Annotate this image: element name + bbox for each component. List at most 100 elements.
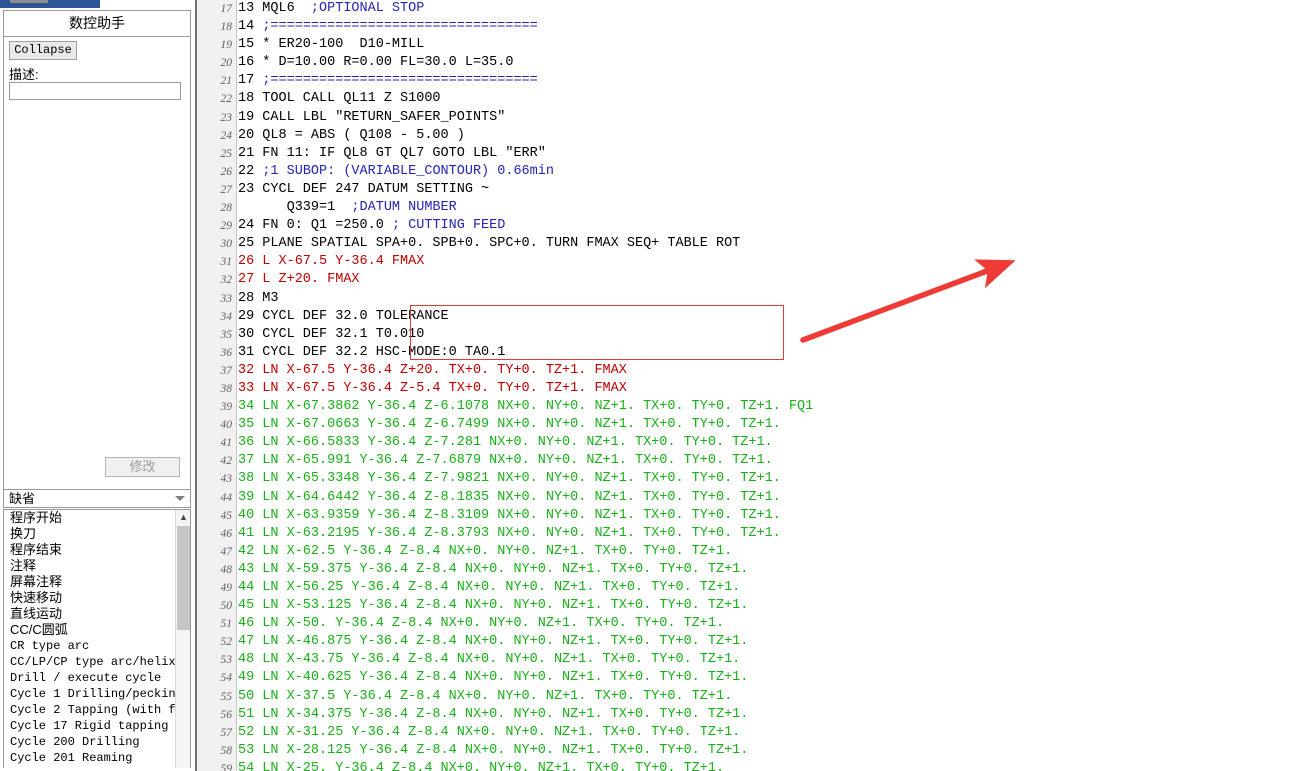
code-span: 37 LN X-65.991 Y-36.4 Z-7.6879 NX+0. NY+… xyxy=(238,453,773,469)
gutter-line-number: 45 xyxy=(220,509,233,522)
chevron-down-icon xyxy=(175,496,185,501)
code-line[interactable]: 33 LN X-67.5 Y-36.4 Z-5.4 TX+0. TY+0. TZ… xyxy=(238,380,1306,398)
gutter-line-number: 25 xyxy=(220,147,233,160)
code-span: 52 LN X-31.25 Y-36.4 Z-8.4 NX+0. NY+0. N… xyxy=(238,724,741,740)
list-item[interactable]: Cycle 200 Drilling xyxy=(4,734,176,750)
code-span: 39 LN X-64.6442 Y-36.4 Z-8.1835 NX+0. NY… xyxy=(238,489,781,505)
gutter-line-number: 38 xyxy=(220,382,233,395)
code-line[interactable]: 38 LN X-65.3348 Y-36.4 Z-7.9821 NX+0. NY… xyxy=(238,470,1306,488)
gutter-line-number: 23 xyxy=(220,111,233,124)
code-line[interactable]: 39 LN X-64.6442 Y-36.4 Z-8.1835 NX+0. NY… xyxy=(238,489,1306,507)
scrollbar-thumb[interactable] xyxy=(177,526,190,630)
gutter-line-number: 51 xyxy=(220,618,233,631)
code-span: 40 LN X-63.9359 Y-36.4 Z-8.3109 NX+0. NY… xyxy=(238,507,781,523)
gutter-line-number: 50 xyxy=(220,600,233,613)
list-item[interactable]: Cycle 1 Drilling/pecking xyxy=(4,686,176,702)
list-item[interactable]: 注释 xyxy=(4,558,176,574)
code-line[interactable]: 53 LN X-28.125 Y-36.4 Z-8.4 NX+0. NY+0. … xyxy=(238,742,1306,760)
list-item[interactable]: 程序结束 xyxy=(4,542,176,558)
code-line[interactable]: 51 LN X-34.375 Y-36.4 Z-8.4 NX+0. NY+0. … xyxy=(238,706,1306,724)
code-line[interactable]: 44 LN X-56.25 Y-36.4 Z-8.4 NX+0. NY+0. N… xyxy=(238,579,1306,597)
code-line[interactable]: 42 LN X-62.5 Y-36.4 Z-8.4 NX+0. NY+0. NZ… xyxy=(238,543,1306,561)
code-line[interactable]: 19 CALL LBL "RETURN_SAFER_POINTS" xyxy=(238,109,1306,127)
code-line[interactable]: 30 CYCL DEF 32.1 T0.010 xyxy=(238,326,1306,344)
code-line[interactable]: 43 LN X-59.375 Y-36.4 Z-8.4 NX+0. NY+0. … xyxy=(238,561,1306,579)
list-item[interactable]: CC/LP/CP type arc/helix xyxy=(4,654,176,670)
gutter-line-number: 26 xyxy=(220,165,233,178)
code-line[interactable]: 28 M3 xyxy=(238,290,1306,308)
code-line[interactable]: 52 LN X-31.25 Y-36.4 Z-8.4 NX+0. NY+0. N… xyxy=(238,724,1306,742)
list-item[interactable]: 快速移动 xyxy=(4,590,176,606)
gutter-line-number: 27 xyxy=(220,183,233,196)
code-line[interactable]: 46 LN X-50. Y-36.4 Z-8.4 NX+0. NY+0. NZ+… xyxy=(238,615,1306,633)
code-line[interactable]: 40 LN X-63.9359 Y-36.4 Z-8.3109 NX+0. NY… xyxy=(238,507,1306,525)
code-line[interactable]: 16 * D=10.00 R=0.00 FL=30.0 L=35.0 xyxy=(238,54,1306,72)
code-line[interactable]: 14 ;================================= xyxy=(238,18,1306,36)
code-line[interactable]: 34 LN X-67.3862 Y-36.4 Z-6.1078 NX+0. NY… xyxy=(238,398,1306,416)
code-span: 22 xyxy=(238,163,263,179)
code-line[interactable]: Q339=1 ;DATUM NUMBER xyxy=(238,199,1306,217)
gutter-line-number: 53 xyxy=(220,654,233,667)
code-line[interactable]: 32 LN X-67.5 Y-36.4 Z+20. TX+0. TY+0. TZ… xyxy=(238,362,1306,380)
scroll-up-arrow-icon[interactable]: ▲ xyxy=(176,510,190,525)
code-line[interactable]: 25 PLANE SPATIAL SPA+0. SPB+0. SPC+0. TU… xyxy=(238,235,1306,253)
code-line[interactable]: 54 LN X-25. Y-36.4 Z-8.4 NX+0. NY+0. NZ+… xyxy=(238,760,1306,771)
code-line[interactable]: 24 FN 0: Q1 =250.0 ; CUTTING FEED xyxy=(238,217,1306,235)
gutter-line-number: 20 xyxy=(220,57,233,70)
code-line[interactable]: 18 TOOL CALL QL11 Z S1000 xyxy=(238,90,1306,108)
preset-combo[interactable]: 缺省 xyxy=(3,489,191,508)
code-span: 36 LN X-66.5833 Y-36.4 Z-7.281 NX+0. NY+… xyxy=(238,435,773,451)
code-span: Q339=1 xyxy=(238,200,352,216)
list-item[interactable]: CC/C圆弧 xyxy=(4,622,176,638)
list-item[interactable]: 程序开始 xyxy=(4,510,176,526)
code-line[interactable]: 49 LN X-40.625 Y-36.4 Z-8.4 NX+0. NY+0. … xyxy=(238,669,1306,687)
list-item[interactable]: 直线运动 xyxy=(4,606,176,622)
code-text-area[interactable]: 13 MQL6 ;OPTIONAL STOP 14 ;==============… xyxy=(238,0,1306,771)
code-line[interactable]: 26 L X-67.5 Y-36.4 FMAX xyxy=(238,253,1306,271)
gutter-line-number: 41 xyxy=(220,437,233,450)
list-item[interactable]: Drill / execute cycle xyxy=(4,670,176,686)
code-line[interactable]: 20 QL8 = ABS ( Q108 - 5.00 ) xyxy=(238,127,1306,145)
code-line[interactable]: 48 LN X-43.75 Y-36.4 Z-8.4 NX+0. NY+0. N… xyxy=(238,651,1306,669)
sidebar-title: 数控助手 xyxy=(69,15,125,31)
gutter-line-number: 47 xyxy=(220,545,233,558)
code-span: 16 * D=10.00 R=0.00 FL=30.0 L=35.0 xyxy=(238,55,514,71)
modify-button[interactable]: 修改 xyxy=(105,457,180,477)
code-span: 30 CYCL DEF 32.1 T0.010 xyxy=(238,326,425,342)
list-item[interactable]: 换刀 xyxy=(4,526,176,542)
code-line[interactable]: 15 * ER20-100 D10-MILL xyxy=(238,36,1306,54)
code-line[interactable]: 29 CYCL DEF 32.0 TOLERANCE xyxy=(238,308,1306,326)
list-item[interactable]: 屏幕注释 xyxy=(4,574,176,590)
list-item[interactable]: Cycle 2 Tapping (with floa. xyxy=(4,702,176,718)
snippet-list-scrollbar[interactable]: ▲ xyxy=(175,510,190,771)
code-span: 42 LN X-62.5 Y-36.4 Z-8.4 NX+0. NY+0. NZ… xyxy=(238,543,733,559)
code-line[interactable]: 13 MQL6 ;OPTIONAL STOP xyxy=(238,0,1306,18)
code-line[interactable]: 27 L Z+20. FMAX xyxy=(238,271,1306,289)
code-line[interactable]: 37 LN X-65.991 Y-36.4 Z-7.6879 NX+0. NY+… xyxy=(238,452,1306,470)
code-line[interactable]: 41 LN X-63.2195 Y-36.4 Z-8.3793 NX+0. NY… xyxy=(238,525,1306,543)
list-item[interactable]: Cycle 201 Reaming xyxy=(4,750,176,766)
code-editor[interactable]: 17 18 19 20 21 22 23 24 25 26 27 28 29 30 31 32 33 34 35 36… xyxy=(195,0,1306,771)
code-line[interactable]: 35 LN X-67.0663 Y-36.4 Z-6.7499 NX+0. NY… xyxy=(238,416,1306,434)
gutter-line-number: 34 xyxy=(220,310,233,323)
code-line[interactable]: 22 ;1 SUBOP: (VARIABLE_CONTOUR) 0.66min xyxy=(238,163,1306,181)
code-line[interactable]: 36 LN X-66.5833 Y-36.4 Z-7.281 NX+0. NY+… xyxy=(238,434,1306,452)
description-input[interactable] xyxy=(9,82,181,100)
code-line[interactable]: 50 LN X-37.5 Y-36.4 Z-8.4 NX+0. NY+0. NZ… xyxy=(238,688,1306,706)
list-item[interactable]: CR type arc xyxy=(4,638,176,654)
gutter-line-number: 56 xyxy=(220,708,233,721)
code-line[interactable]: 31 CYCL DEF 32.2 HSC-MODE:0 TA0.1 xyxy=(238,344,1306,362)
gutter-line-number: 31 xyxy=(220,256,233,269)
code-line[interactable]: 47 LN X-46.875 Y-36.4 Z-8.4 NX+0. NY+0. … xyxy=(238,633,1306,651)
code-line[interactable]: 45 LN X-53.125 Y-36.4 Z-8.4 NX+0. NY+0. … xyxy=(238,597,1306,615)
code-span: 28 M3 xyxy=(238,290,279,306)
code-line[interactable]: 17 ;================================= xyxy=(238,72,1306,90)
collapse-button[interactable]: Collapse xyxy=(9,41,77,60)
code-line[interactable]: 23 CYCL DEF 247 DATUM SETTING ~ xyxy=(238,181,1306,199)
code-span: 17 xyxy=(238,73,263,89)
snippet-list[interactable]: 程序开始 换刀 程序结束 注释 屏幕注释 快速移动 直线运动 CC/C圆弧 CR type ar… xyxy=(3,509,191,771)
code-line[interactable]: 21 FN 11: IF QL8 GT QL7 GOTO LBL "ERR" xyxy=(238,145,1306,163)
gutter-line-number: 21 xyxy=(220,75,233,88)
list-item[interactable]: Cycle 17 Rigid tapping xyxy=(4,718,176,734)
code-span: ;================================= xyxy=(262,19,538,35)
